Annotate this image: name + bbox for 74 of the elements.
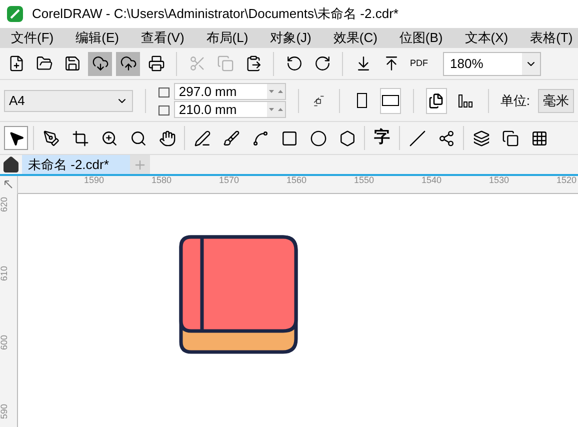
all-pages-button[interactable]: [426, 88, 447, 114]
menu-item[interactable]: 查看(V): [130, 28, 196, 48]
ruler-label: 1550: [354, 176, 374, 185]
connector-icon: [438, 130, 454, 146]
zoom-combo[interactable]: 180%: [443, 52, 541, 76]
node-pen-icon: [42, 130, 60, 146]
new-document-icon: [8, 55, 24, 72]
menu-item[interactable]: 文本(X): [454, 28, 520, 48]
circle-icon: [310, 130, 326, 146]
spinner-icon: [266, 84, 285, 99]
ruler-label: 610: [0, 266, 9, 281]
menu-item[interactable]: 位图(B): [388, 28, 454, 48]
line-icon: [408, 130, 426, 146]
menu-item[interactable]: 表格(T): [519, 28, 578, 48]
zoom-icon: [100, 130, 118, 146]
curve-icon: [252, 130, 268, 146]
menu-item[interactable]: 文件(F): [0, 28, 65, 48]
checkerboard-icon: [530, 130, 548, 146]
window-title: CorelDRAW - C:\Users\Administrator\Documents\未命名 -2.cdr*: [32, 5, 398, 24]
folder-icon: [36, 55, 52, 72]
landscape-button[interactable]: [380, 88, 402, 114]
square-icon: [280, 130, 298, 146]
app-logo-icon: [6, 5, 24, 23]
ruler-label: 1590: [84, 176, 104, 185]
menu-item[interactable]: 编辑(E): [64, 28, 130, 48]
plus-icon: [133, 158, 147, 172]
cloud-download-icon: [92, 55, 108, 72]
document-tab[interactable]: 未命名 -2.cdr*: [22, 155, 130, 174]
pages-icon: [428, 92, 444, 108]
tool-button[interactable]: 字: [370, 126, 394, 150]
pen-icon: [194, 130, 210, 146]
toolbar-button[interactable]: [88, 52, 112, 76]
cloud-upload-icon: [120, 55, 136, 72]
ruler-label: 590: [0, 404, 9, 419]
page-size-dropdown[interactable]: A4: [4, 90, 134, 112]
ruler-label: 1560: [286, 176, 307, 185]
units-dropdown[interactable]: 毫米: [538, 88, 574, 112]
toolbar-button[interactable]: [116, 52, 140, 76]
printer-icon: [148, 55, 164, 72]
height-icon: [158, 102, 170, 116]
ruler-label: 1540: [422, 176, 442, 185]
page-icon: [356, 93, 367, 108]
dimension-field[interactable]: 297.0 mm: [174, 83, 286, 100]
brush-icon: [222, 130, 240, 146]
scissors-icon: [188, 55, 206, 72]
spinner-icon: [266, 102, 285, 117]
dimension-field[interactable]: 210.0 mm: [174, 101, 286, 118]
hand-icon: [158, 130, 176, 146]
ruler-label: 1530: [489, 176, 510, 185]
home-icon[interactable]: [2, 156, 20, 174]
copy-icon: [216, 55, 234, 72]
menu-item[interactable]: 对象(J): [259, 28, 322, 48]
shadow-icon: [502, 130, 518, 146]
undo-icon: [286, 55, 302, 72]
pdf-button[interactable]: PDF: [407, 52, 431, 76]
redo-icon: [314, 55, 330, 72]
page-icon: [382, 95, 400, 106]
ruler-label: 620: [0, 196, 9, 212]
search-icon: [130, 130, 146, 146]
pointer-icon: [8, 130, 24, 146]
ruler-label: 1580: [152, 176, 172, 185]
hexagon-icon: [338, 130, 356, 146]
ruler-label: 1520: [556, 176, 577, 185]
menu-item[interactable]: 效果(C): [322, 28, 388, 48]
bars-icon: [457, 92, 474, 108]
ruler-label: 1570: [219, 176, 240, 185]
ruler-label: 600: [0, 334, 9, 350]
width-icon: [158, 84, 170, 98]
crop-icon: [72, 130, 88, 146]
menu-item[interactable]: 布局(L): [195, 28, 260, 48]
units-label: 单位:: [500, 92, 530, 110]
tool-button[interactable]: [4, 126, 28, 150]
clipboard-icon: [244, 55, 262, 72]
ruler-origin-icon: [4, 180, 14, 190]
